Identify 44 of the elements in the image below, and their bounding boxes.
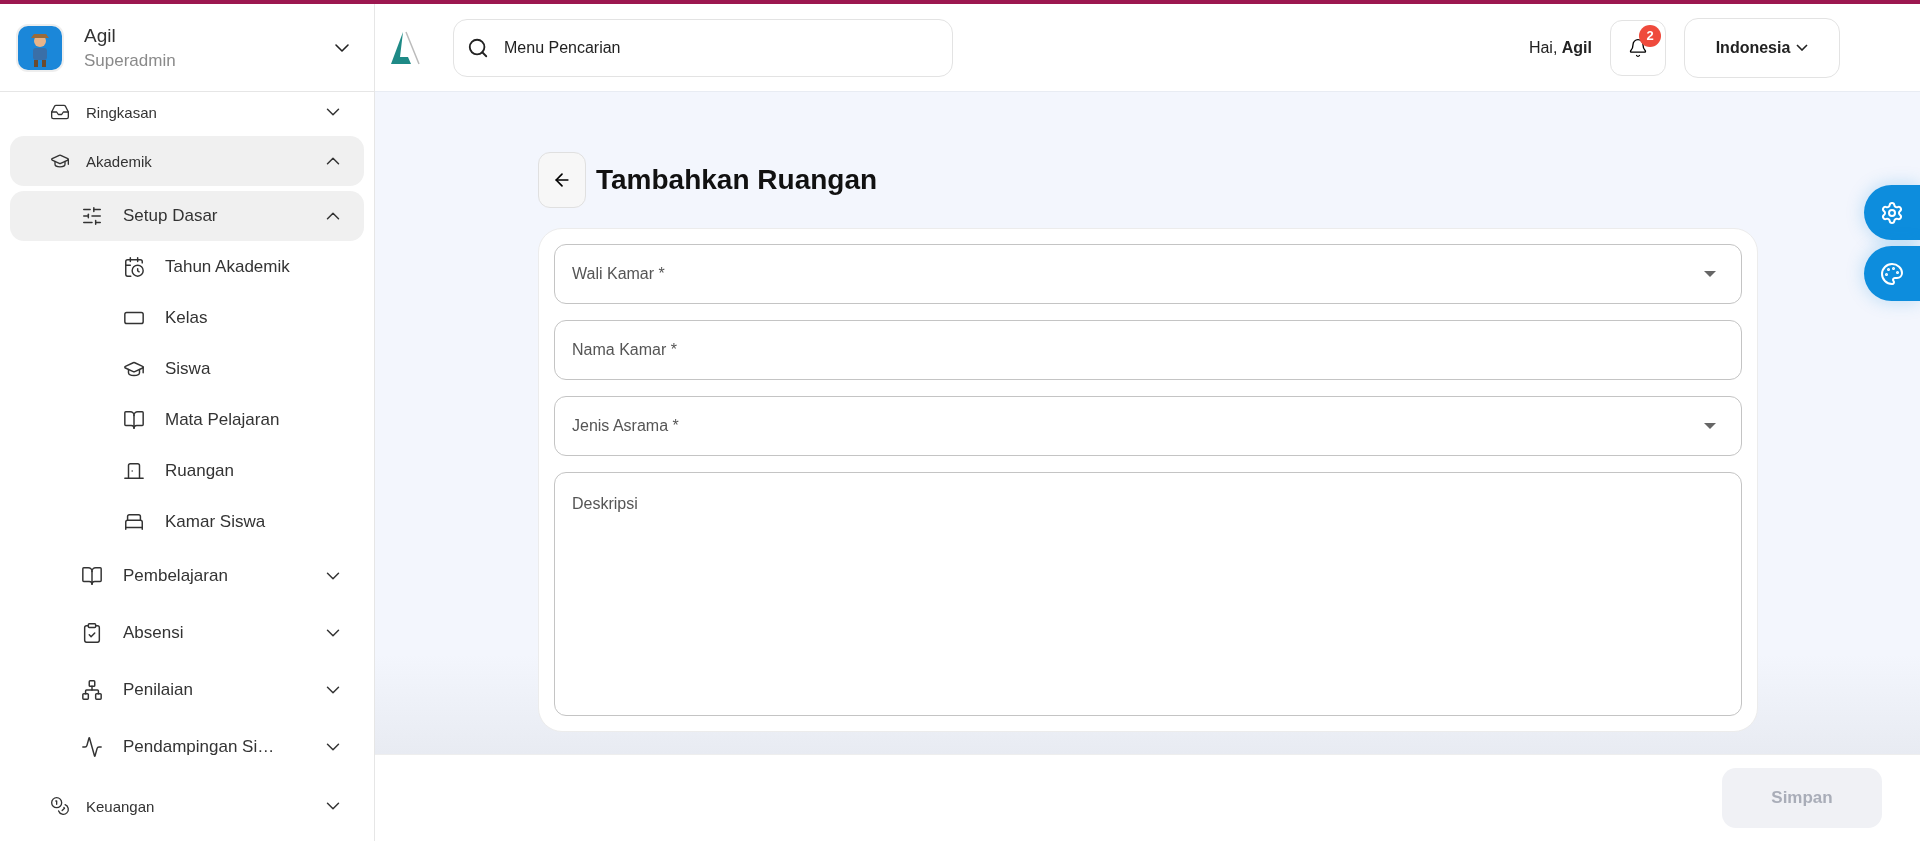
notification-button[interactable]: 2	[1610, 19, 1666, 76]
language-button[interactable]: Indonesia	[1684, 17, 1840, 78]
book-icon	[123, 408, 145, 431]
menu-item[interactable]: Pendampingan Si…	[10, 718, 364, 775]
menu-item[interactable]: Setup Dasar	[10, 191, 364, 241]
palette-icon	[1880, 261, 1904, 286]
notification-badge: 2	[1639, 24, 1661, 47]
greeting-text: Hai, Agil	[1528, 38, 1592, 57]
menu-item[interactable]: Kelas	[10, 292, 364, 343]
user-role: Superadmin	[84, 50, 177, 71]
menu-item[interactable]: Pembelajaran	[10, 547, 364, 604]
textarea-field[interactable]: Deskripsi	[554, 472, 1742, 716]
coins-icon	[50, 796, 70, 816]
page-title: Tambahkan Ruangan	[596, 164, 878, 196]
dropdown-caret-icon	[1703, 270, 1717, 278]
menu-item[interactable]: Kamar Siswa	[10, 496, 364, 547]
sliders-icon	[81, 205, 103, 227]
user-name: Agil	[84, 24, 117, 47]
menu-item[interactable]: Ringkasan	[10, 96, 364, 128]
settings-icon	[1880, 200, 1904, 225]
hierarchy-icon	[81, 678, 103, 701]
menu-item[interactable]: Penilaian	[10, 661, 364, 718]
search-icon	[467, 36, 489, 59]
bell-icon	[1628, 37, 1648, 58]
pulse-icon	[81, 735, 103, 758]
calendar-clock-icon	[123, 255, 145, 278]
menu-item[interactable]: Keuangan	[10, 781, 364, 831]
menu-item[interactable]: Tahun Akademik	[10, 241, 364, 292]
chevron-down-icon	[1796, 44, 1809, 51]
back-button[interactable]	[538, 152, 586, 208]
dropdown-caret-icon	[1703, 422, 1717, 430]
search-field[interactable]: Menu Pencarian	[453, 18, 953, 77]
book-icon	[81, 564, 103, 587]
tray-icon	[50, 102, 70, 122]
select-field[interactable]: Jenis Asrama *	[554, 396, 1742, 456]
clipboard-check-icon	[81, 621, 103, 644]
menu-item[interactable]: Mata Pelajaran	[10, 394, 364, 445]
menu-item[interactable]: Akademik	[10, 136, 364, 186]
menu-item[interactable]: Absensi	[10, 604, 364, 661]
menu-item[interactable]: Siswa	[10, 343, 364, 394]
select-field[interactable]: Wali Kamar *	[554, 244, 1742, 304]
menu-item[interactable]: Ruangan	[10, 445, 364, 496]
avatar-icon	[16, 23, 64, 72]
input-field[interactable]: Nama Kamar *	[554, 320, 1742, 380]
